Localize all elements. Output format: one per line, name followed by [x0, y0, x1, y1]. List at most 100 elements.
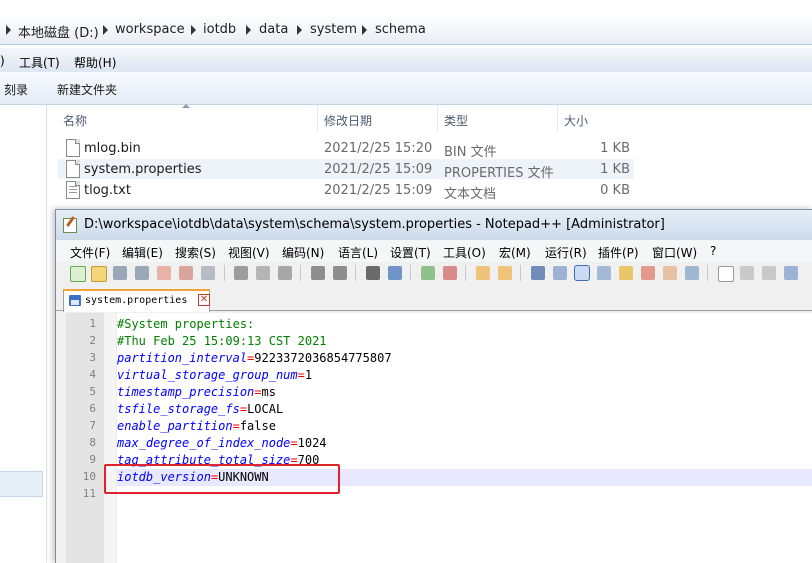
column-header-name[interactable]: 名称	[63, 112, 87, 129]
close-all-icon[interactable]	[179, 266, 193, 280]
navigation-pane[interactable]	[0, 105, 47, 562]
toolbar-separator	[520, 265, 521, 281]
breadcrumb-arrow-icon[interactable]	[6, 25, 11, 35]
close-tab-icon[interactable]: ✕	[198, 294, 210, 306]
breadcrumb-iotdb[interactable]: iotdb	[203, 22, 236, 37]
explorer-menu-bar: ) 工具(T) 帮助(H)	[0, 48, 812, 72]
breadcrumb-arrow-icon[interactable]	[246, 25, 251, 35]
code-line[interactable]: max_degree_of_index_node=1024	[117, 435, 327, 452]
paste-icon[interactable]	[278, 266, 292, 280]
window-title-bar[interactable]: D:\workspace\iotdb\data\system\schema\sy…	[56, 210, 812, 240]
breadcrumb-system[interactable]: system	[310, 22, 357, 37]
print-icon[interactable]	[201, 266, 215, 280]
breadcrumb-arrow-icon[interactable]	[297, 25, 302, 35]
breadcrumb-arrow-icon[interactable]	[362, 25, 367, 35]
column-divider[interactable]	[557, 105, 558, 131]
column-header-date[interactable]: 修改日期	[324, 112, 372, 129]
file-row-selected[interactable]: system.properties 2021/2/25 15:09 PROPER…	[58, 159, 634, 181]
column-header-size[interactable]: 大小	[564, 112, 588, 129]
close-file-icon[interactable]	[157, 266, 171, 280]
menu-view[interactable]: 视图(V)	[228, 244, 270, 261]
breadcrumb-drive[interactable]: 本地磁盘 (D:)	[18, 22, 99, 41]
function-list-icon[interactable]	[641, 266, 655, 280]
menu-tools[interactable]: 工具(O)	[443, 244, 486, 261]
undo-icon[interactable]	[311, 266, 325, 280]
find-icon[interactable]	[366, 266, 380, 280]
menu-search[interactable]: 搜索(S)	[175, 244, 216, 261]
breadcrumb-arrow-icon[interactable]	[103, 25, 108, 35]
breadcrumb-arrow-icon[interactable]	[191, 25, 196, 35]
new-file-icon[interactable]	[70, 266, 86, 282]
assignment-operator: =	[232, 419, 240, 433]
code-line[interactable]: #System properties:	[117, 316, 254, 333]
property-value: 700	[297, 453, 320, 467]
run-macro-multiple-icon[interactable]	[784, 266, 798, 280]
show-all-characters-icon[interactable]	[553, 266, 567, 280]
monitoring-icon[interactable]	[685, 266, 699, 280]
burn-button[interactable]: 刻录	[4, 81, 28, 98]
line-number: 5	[89, 385, 96, 398]
tab-system-properties[interactable]: system.properties ✕	[63, 289, 210, 312]
word-wrap-icon[interactable]	[531, 266, 545, 280]
menu-item-partial[interactable]: )	[0, 54, 5, 68]
new-folder-button[interactable]: 新建文件夹	[57, 81, 117, 98]
menu-help[interactable]: ?	[710, 244, 716, 258]
toolbar-separator	[410, 265, 411, 281]
notepad-app-icon[interactable]	[63, 218, 77, 233]
menu-item-tools[interactable]: 工具(T)	[19, 54, 60, 71]
record-macro-icon[interactable]	[718, 266, 734, 282]
replace-icon[interactable]	[388, 266, 402, 280]
code-line[interactable]: partition_interval=9223372036854775807	[117, 350, 392, 367]
cut-icon[interactable]	[234, 266, 248, 280]
zoom-in-icon[interactable]	[421, 266, 435, 280]
play-macro-icon[interactable]	[762, 266, 776, 280]
save-icon[interactable]	[113, 266, 127, 280]
menu-file[interactable]: 文件(F)	[70, 244, 110, 261]
file-row[interactable]: mlog.bin 2021/2/25 15:20 BIN 文件 1 KB	[58, 138, 634, 160]
breadcrumb-workspace[interactable]: workspace	[115, 22, 185, 37]
menu-macro[interactable]: 宏(M)	[499, 244, 531, 261]
folder-as-workspace-icon[interactable]	[663, 266, 677, 280]
document-map-icon[interactable]	[619, 266, 633, 280]
menu-plugins[interactable]: 插件(P)	[598, 244, 639, 261]
sync-horizontal-icon[interactable]	[498, 266, 512, 280]
nav-selected-item[interactable]	[0, 471, 43, 497]
menu-edit[interactable]: 编辑(E)	[122, 244, 163, 261]
menu-window[interactable]: 窗口(W)	[652, 244, 697, 261]
code-line[interactable]: #Thu Feb 25 15:09:13 CST 2021	[117, 333, 327, 350]
stop-macro-icon[interactable]	[740, 266, 754, 280]
user-language-icon[interactable]	[597, 266, 611, 280]
code-editor[interactable]: 1 2 3 4 5 6 7 8 9 10 11 #System properties: #Thu Fe…	[66, 313, 812, 563]
code-line[interactable]: enable_partition=false	[117, 418, 276, 435]
copy-icon[interactable]	[256, 266, 270, 280]
line-number: 1	[89, 317, 96, 330]
property-value: false	[239, 419, 276, 433]
property-key: tsfile_storage_fs	[117, 402, 240, 416]
zoom-out-icon[interactable]	[443, 266, 457, 280]
code-line[interactable]: tsfile_storage_fs=LOCAL	[117, 401, 283, 418]
breadcrumb-data[interactable]: data	[259, 22, 288, 37]
fold-margin[interactable]	[104, 313, 117, 563]
indent-guide-icon[interactable]	[574, 265, 590, 281]
code-line[interactable]: tag_attribute_total_size=700	[117, 452, 319, 469]
toolbar-separator	[224, 265, 225, 281]
code-line-current[interactable]: iotdb_version=UNKNOWN	[117, 469, 812, 486]
menu-encoding[interactable]: 编码(N)	[282, 244, 324, 261]
column-header-type[interactable]: 类型	[444, 112, 468, 129]
save-all-icon[interactable]	[135, 266, 149, 280]
sync-vertical-icon[interactable]	[476, 266, 490, 280]
file-row[interactable]: tlog.txt 2021/2/25 15:09 文本文档 0 KB	[58, 180, 634, 202]
breadcrumb-schema[interactable]: schema	[375, 22, 426, 37]
open-folder-icon[interactable]	[91, 266, 107, 282]
menu-language[interactable]: 语言(L)	[338, 244, 378, 261]
menu-settings[interactable]: 设置(T)	[390, 244, 431, 261]
code-line[interactable]: timestamp_precision=ms	[117, 384, 276, 401]
redo-icon[interactable]	[333, 266, 347, 280]
menu-run[interactable]: 运行(R)	[545, 244, 587, 261]
file-name: mlog.bin	[84, 141, 141, 156]
menu-item-help[interactable]: 帮助(H)	[74, 54, 116, 71]
code-line[interactable]: virtual_storage_group_num=1	[117, 367, 312, 384]
column-divider[interactable]	[317, 105, 318, 131]
address-bar[interactable]: 本地磁盘 (D:) workspace iotdb data system sc…	[0, 16, 812, 45]
column-divider[interactable]	[437, 105, 438, 131]
